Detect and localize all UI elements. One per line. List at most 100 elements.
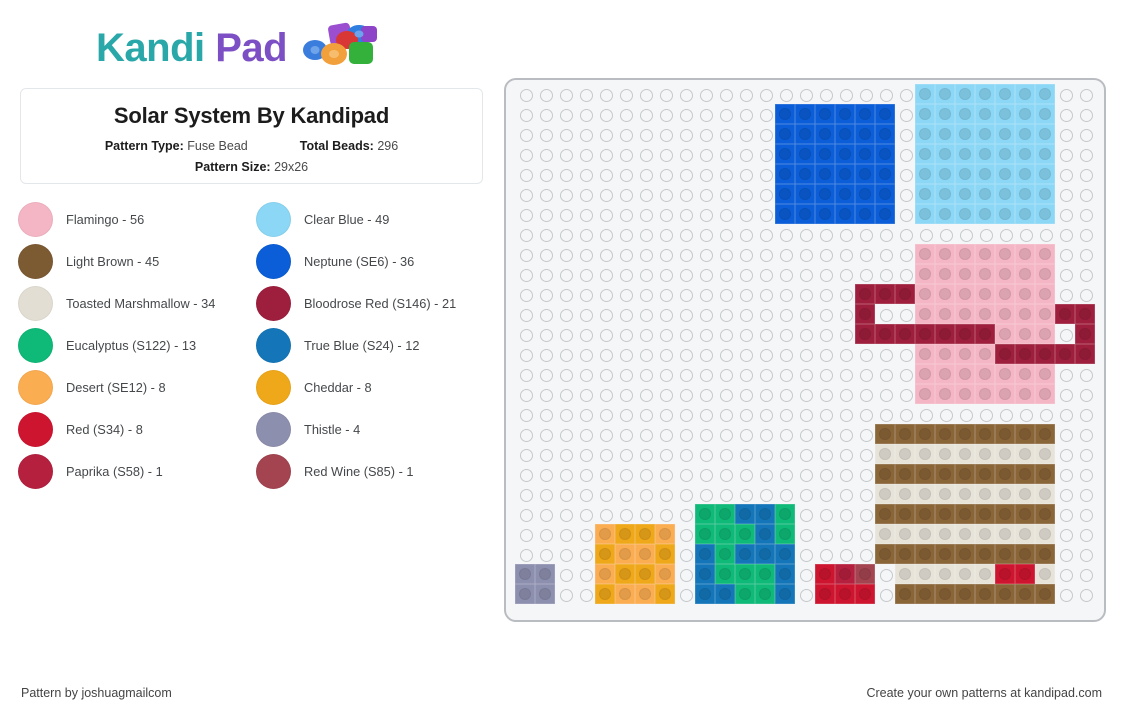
empty-peg-cell[interactable] bbox=[995, 224, 1015, 244]
empty-peg-cell[interactable] bbox=[855, 464, 875, 484]
empty-peg-cell[interactable] bbox=[535, 424, 555, 444]
bead-cell[interactable] bbox=[955, 444, 975, 464]
bead-cell[interactable] bbox=[875, 504, 895, 524]
bead-cell[interactable] bbox=[935, 364, 955, 384]
empty-peg-cell[interactable] bbox=[775, 424, 795, 444]
bead-cell[interactable] bbox=[635, 564, 655, 584]
bead-cell[interactable] bbox=[955, 84, 975, 104]
bead-cell[interactable] bbox=[1035, 324, 1055, 344]
empty-peg-cell[interactable] bbox=[655, 304, 675, 324]
bead-cell[interactable] bbox=[955, 324, 975, 344]
empty-peg-cell[interactable] bbox=[1055, 504, 1075, 524]
empty-peg-cell[interactable] bbox=[755, 264, 775, 284]
empty-peg-cell[interactable] bbox=[1055, 104, 1075, 124]
empty-peg-cell[interactable] bbox=[695, 204, 715, 224]
bead-cell[interactable] bbox=[855, 184, 875, 204]
empty-peg-cell[interactable] bbox=[615, 104, 635, 124]
empty-peg-cell[interactable] bbox=[695, 444, 715, 464]
empty-peg-cell[interactable] bbox=[595, 124, 615, 144]
empty-peg-cell[interactable] bbox=[575, 284, 595, 304]
empty-peg-cell[interactable] bbox=[655, 284, 675, 304]
empty-peg-cell[interactable] bbox=[515, 384, 535, 404]
empty-peg-cell[interactable] bbox=[535, 204, 555, 224]
empty-peg-cell[interactable] bbox=[835, 324, 855, 344]
empty-peg-cell[interactable] bbox=[755, 364, 775, 384]
empty-peg-cell[interactable] bbox=[815, 304, 835, 324]
empty-peg-cell[interactable] bbox=[595, 224, 615, 244]
empty-peg-cell[interactable] bbox=[555, 304, 575, 324]
bead-cell[interactable] bbox=[875, 464, 895, 484]
bead-cell[interactable] bbox=[595, 524, 615, 544]
bead-cell[interactable] bbox=[635, 544, 655, 564]
empty-peg-cell[interactable] bbox=[535, 484, 555, 504]
empty-peg-cell[interactable] bbox=[675, 404, 695, 424]
bead-cell[interactable] bbox=[1015, 524, 1035, 544]
empty-peg-cell[interactable] bbox=[535, 404, 555, 424]
empty-peg-cell[interactable] bbox=[975, 224, 995, 244]
bead-cell[interactable] bbox=[895, 464, 915, 484]
empty-peg-cell[interactable] bbox=[575, 104, 595, 124]
empty-peg-cell[interactable] bbox=[595, 244, 615, 264]
empty-peg-cell[interactable] bbox=[535, 444, 555, 464]
empty-peg-cell[interactable] bbox=[615, 384, 635, 404]
empty-peg-cell[interactable] bbox=[555, 564, 575, 584]
empty-peg-cell[interactable] bbox=[715, 124, 735, 144]
empty-peg-cell[interactable] bbox=[575, 144, 595, 164]
bead-cell[interactable] bbox=[975, 244, 995, 264]
empty-peg-cell[interactable] bbox=[535, 164, 555, 184]
empty-peg-cell[interactable] bbox=[875, 344, 895, 364]
bead-cell[interactable] bbox=[975, 124, 995, 144]
empty-peg-cell[interactable] bbox=[835, 84, 855, 104]
bead-cell[interactable] bbox=[935, 564, 955, 584]
bead-cell[interactable] bbox=[655, 564, 675, 584]
empty-peg-cell[interactable] bbox=[515, 124, 535, 144]
empty-peg-cell[interactable] bbox=[835, 384, 855, 404]
empty-peg-cell[interactable] bbox=[735, 444, 755, 464]
bead-cell[interactable] bbox=[775, 124, 795, 144]
empty-peg-cell[interactable] bbox=[655, 464, 675, 484]
bead-cell[interactable] bbox=[955, 564, 975, 584]
empty-peg-cell[interactable] bbox=[855, 424, 875, 444]
empty-peg-cell[interactable] bbox=[875, 404, 895, 424]
empty-peg-cell[interactable] bbox=[1075, 264, 1095, 284]
empty-peg-cell[interactable] bbox=[1075, 204, 1095, 224]
bead-cell[interactable] bbox=[1015, 184, 1035, 204]
bead-cell[interactable] bbox=[835, 584, 855, 604]
empty-peg-cell[interactable] bbox=[655, 264, 675, 284]
bead-cell[interactable] bbox=[975, 204, 995, 224]
empty-peg-cell[interactable] bbox=[575, 524, 595, 544]
empty-peg-cell[interactable] bbox=[775, 284, 795, 304]
empty-peg-cell[interactable] bbox=[1075, 224, 1095, 244]
empty-peg-cell[interactable] bbox=[1075, 464, 1095, 484]
bead-cell[interactable] bbox=[695, 584, 715, 604]
empty-peg-cell[interactable] bbox=[515, 504, 535, 524]
empty-peg-cell[interactable] bbox=[635, 444, 655, 464]
bead-cell[interactable] bbox=[695, 504, 715, 524]
bead-cell[interactable] bbox=[1015, 84, 1035, 104]
bead-cell[interactable] bbox=[835, 184, 855, 204]
bead-cell[interactable] bbox=[935, 264, 955, 284]
bead-cell[interactable] bbox=[915, 344, 935, 364]
bead-cell[interactable] bbox=[1015, 484, 1035, 504]
empty-peg-cell[interactable] bbox=[735, 224, 755, 244]
bead-cell[interactable] bbox=[1035, 524, 1055, 544]
empty-peg-cell[interactable] bbox=[635, 224, 655, 244]
bead-cell[interactable] bbox=[975, 104, 995, 124]
empty-peg-cell[interactable] bbox=[555, 504, 575, 524]
empty-peg-cell[interactable] bbox=[815, 424, 835, 444]
empty-peg-cell[interactable] bbox=[835, 344, 855, 364]
empty-peg-cell[interactable] bbox=[855, 444, 875, 464]
bead-cell[interactable] bbox=[875, 484, 895, 504]
empty-peg-cell[interactable] bbox=[935, 224, 955, 244]
bead-cell[interactable] bbox=[1035, 464, 1055, 484]
bead-cell[interactable] bbox=[995, 584, 1015, 604]
empty-peg-cell[interactable] bbox=[675, 184, 695, 204]
bead-cell[interactable] bbox=[775, 144, 795, 164]
bead-cell[interactable] bbox=[1015, 444, 1035, 464]
empty-peg-cell[interactable] bbox=[675, 124, 695, 144]
empty-peg-cell[interactable] bbox=[835, 304, 855, 324]
empty-peg-cell[interactable] bbox=[715, 464, 735, 484]
bead-cell[interactable] bbox=[915, 104, 935, 124]
empty-peg-cell[interactable] bbox=[515, 284, 535, 304]
empty-peg-cell[interactable] bbox=[695, 304, 715, 324]
